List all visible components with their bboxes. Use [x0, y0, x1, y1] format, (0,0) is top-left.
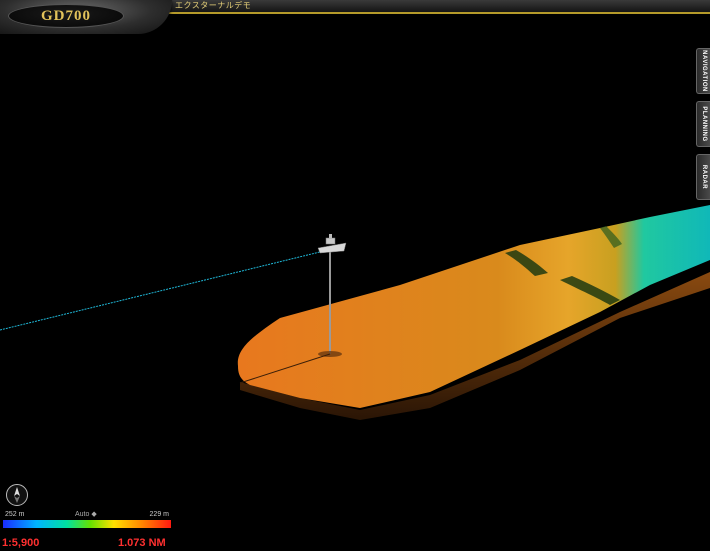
app-logo: GD700	[8, 4, 124, 28]
bathymetry-3d-view[interactable]	[0, 0, 710, 551]
depth-color-legend[interactable]: 252 m Auto ◆ 229 m	[3, 511, 171, 537]
logo-panel[interactable]: GD700	[0, 0, 172, 34]
legend-min-label: 252 m	[5, 511, 25, 518]
tab-radar-label: RADAR	[700, 164, 707, 190]
tab-navigation-label: NAVIGATION	[700, 50, 707, 92]
tab-planning[interactable]: PLANNING	[696, 101, 710, 147]
tab-planning-label: PLANNING	[700, 106, 707, 142]
legend-color-bar	[3, 520, 171, 528]
tab-navigation[interactable]: NAVIGATION	[696, 48, 710, 94]
legend-max-label: 229 m	[149, 511, 169, 518]
range-readout: 1.073 NM	[118, 537, 166, 549]
north-arrow-icon[interactable]	[6, 484, 28, 506]
tab-radar[interactable]: RADAR	[696, 154, 710, 200]
legend-mode-label[interactable]: Auto ◆	[75, 511, 97, 519]
ship-icon[interactable]	[317, 234, 347, 254]
map-scale: 1:5,900	[2, 537, 40, 549]
window-title: エクスターナルデモ	[175, 1, 252, 10]
track-line	[0, 249, 329, 331]
